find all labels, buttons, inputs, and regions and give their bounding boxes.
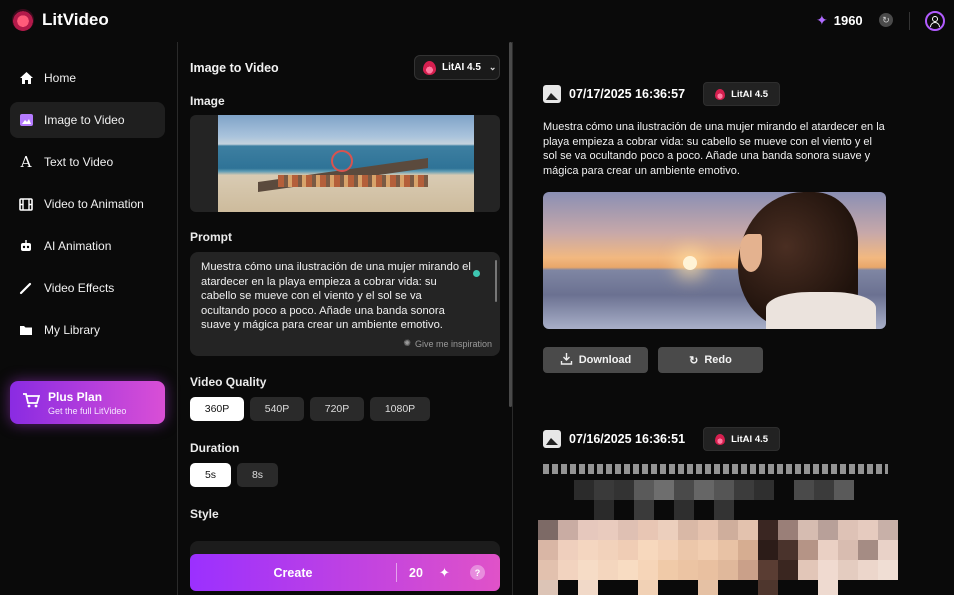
robot-icon (18, 238, 34, 254)
duration-label: Duration (190, 441, 240, 455)
result-prompt: Muestra cómo una ilustración de una muje… (543, 121, 885, 177)
prompt-label: Prompt (190, 230, 232, 244)
pixelated-result-thumbnail[interactable] (538, 480, 898, 595)
help-icon[interactable]: ? (470, 565, 485, 580)
top-bar: LitVideo ✦ 1960 ↻ (0, 0, 954, 42)
style-label: Style (190, 507, 219, 521)
sidebar-item-ai-animation[interactable]: AI Animation (10, 228, 165, 264)
sparkle-icon: ✦ (816, 12, 828, 28)
give-me-inspiration-button[interactable]: ✺ Give me inspiration (403, 338, 492, 349)
quality-option-360p[interactable]: 360P (190, 397, 244, 421)
cursor-indicator (473, 270, 480, 277)
create-cost: 20 (409, 565, 423, 580)
result-actions: Download ↻ Redo (543, 347, 888, 373)
duration-options: 5s 8s (190, 463, 278, 487)
app-name: LitVideo (42, 10, 109, 29)
pixelated-prompt (543, 464, 888, 474)
sidebar-item-label: Video Effects (44, 281, 115, 295)
model-badge-label: LitAI 4.5 (731, 433, 769, 445)
prompt-text[interactable]: Muestra cómo una ilustración de una muje… (201, 260, 471, 333)
lightbulb-icon: ✺ (403, 338, 411, 348)
create-separator (396, 563, 397, 582)
sidebar-item-label: My Library (44, 323, 101, 337)
model-select[interactable]: LitAI 4.5 ⌄ (414, 55, 500, 80)
sparkle-icon: ✦ (439, 564, 450, 580)
sidebar-item-label: AI Animation (44, 239, 112, 253)
sidebar-item-text-to-video[interactable]: A Text to Video (10, 144, 165, 180)
sidebar-item-label: Home (44, 71, 77, 85)
credits-count: 1960 (833, 13, 863, 28)
image-upload-area[interactable] (190, 115, 500, 212)
result-item: 07/17/2025 16:36:57 LitAI 4.5 Muestra có… (543, 82, 888, 373)
litvideo-logo-icon (12, 9, 34, 31)
video-quality-label: Video Quality (190, 375, 267, 389)
result-video-thumbnail[interactable] (543, 192, 886, 329)
sidebar-item-my-library[interactable]: My Library (10, 312, 165, 348)
create-label: Create (273, 565, 313, 580)
quality-option-1080p[interactable]: 1080P (370, 397, 430, 421)
image-label: Image (190, 94, 225, 108)
result-item: 07/16/2025 16:36:51 LitAI 4.5 (543, 427, 888, 474)
wand-icon (18, 280, 34, 296)
image-icon (543, 430, 561, 448)
litai-logo-icon (715, 433, 726, 445)
prompt-textarea[interactable]: Muestra cómo una ilustración de una muje… (190, 252, 500, 356)
create-button[interactable]: Create 20 ✦ ? (190, 554, 500, 591)
chevron-down-icon: ⌄ (488, 62, 497, 72)
plus-plan-banner[interactable]: Plus Plan Get the full LitVideo (10, 381, 165, 424)
credits-display[interactable]: ✦ 1960 (816, 12, 863, 29)
litai-logo-icon (715, 88, 726, 100)
refresh-credits-icon[interactable]: ↻ (879, 13, 893, 27)
redo-icon: ↻ (689, 354, 699, 367)
sidebar-item-label: Text to Video (44, 155, 114, 169)
sidebar-item-label: Video to Animation (44, 197, 144, 211)
form-scrollbar[interactable] (509, 42, 512, 407)
sidebar-item-label: Image to Video (44, 113, 125, 127)
uploaded-beach-image (218, 115, 474, 212)
download-button[interactable]: Download (543, 347, 648, 373)
result-date: 07/17/2025 16:36:57 (569, 87, 686, 101)
redo-button[interactable]: ↻ Redo (658, 347, 763, 373)
form-title: Image to Video (190, 61, 279, 75)
quality-option-720p[interactable]: 720P (310, 397, 364, 421)
image-icon (543, 85, 561, 103)
top-divider (909, 12, 910, 30)
divider (512, 42, 513, 595)
result-header: 07/16/2025 16:36:51 LitAI 4.5 (543, 427, 888, 451)
home-icon (18, 70, 34, 86)
generation-form: Image to Video LitAI 4.5 ⌄ Image Prompt … (178, 42, 510, 595)
cart-icon (22, 392, 41, 413)
image-icon (18, 112, 34, 128)
duration-option-8s[interactable]: 8s (237, 463, 278, 487)
plan-subtitle: Get the full LitVideo (48, 405, 127, 416)
sidebar-item-home[interactable]: Home (10, 60, 165, 96)
folder-icon (18, 322, 34, 338)
sidebar-item-image-to-video[interactable]: Image to Video (10, 102, 165, 138)
prompt-scrollbar[interactable] (495, 260, 497, 302)
litai-logo-icon (423, 60, 436, 75)
model-badge: LitAI 4.5 (703, 82, 781, 106)
quality-option-540p[interactable]: 540P (250, 397, 304, 421)
result-date: 07/16/2025 16:36:51 (569, 432, 686, 446)
plan-title: Plus Plan (48, 389, 103, 404)
quality-options: 360P 540P 720P 1080P (190, 397, 430, 421)
user-avatar-icon[interactable] (925, 11, 945, 31)
model-select-value: LitAI 4.5 (442, 62, 481, 73)
sidebar-item-video-effects[interactable]: Video Effects (10, 270, 165, 306)
text-icon: A (20, 153, 32, 171)
inspiration-label: Give me inspiration (414, 338, 492, 349)
download-icon (560, 352, 573, 368)
model-badge-label: LitAI 4.5 (731, 88, 769, 100)
result-header: 07/17/2025 16:36:57 LitAI 4.5 (543, 82, 888, 106)
redo-label: Redo (704, 354, 732, 366)
duration-option-5s[interactable]: 5s (190, 463, 231, 487)
sidebar-item-video-to-animation[interactable]: Video to Animation (10, 186, 165, 222)
download-label: Download (578, 354, 632, 366)
app-logo[interactable]: LitVideo (12, 9, 109, 31)
film-icon (18, 196, 34, 212)
model-badge: LitAI 4.5 (703, 427, 781, 451)
